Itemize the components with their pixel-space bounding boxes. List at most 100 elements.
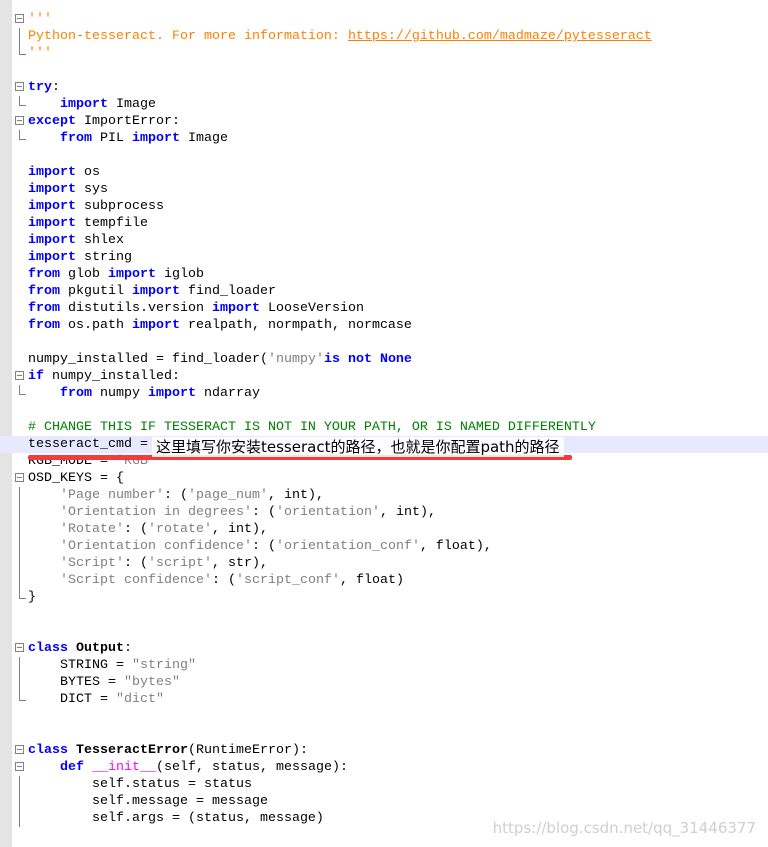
code-editor[interactable]: ''' Python-tesseract. For more informatio… bbox=[0, 11, 768, 827]
code-token: if bbox=[28, 369, 44, 384]
code-line[interactable] bbox=[0, 725, 768, 742]
code-line[interactable] bbox=[0, 606, 768, 623]
code-token: : ( bbox=[124, 522, 148, 537]
code-line[interactable]: 'Orientation in degrees': ('orientation'… bbox=[0, 504, 768, 521]
code-line[interactable]: import string bbox=[0, 249, 768, 266]
code-line[interactable]: from distutils.version import LooseVersi… bbox=[0, 300, 768, 317]
code-token: numpy_installed: bbox=[44, 369, 180, 384]
code-line[interactable]: import tempfile bbox=[0, 215, 768, 232]
code-line[interactable]: BYTES = "bytes" bbox=[0, 674, 768, 691]
code-token: import bbox=[28, 165, 76, 180]
code-token: except bbox=[28, 114, 76, 129]
code-line[interactable]: OSD_KEYS = { bbox=[0, 470, 768, 487]
code-token: TesseractError bbox=[76, 743, 188, 758]
fold-line-icon bbox=[19, 776, 20, 793]
code-token: , str), bbox=[212, 556, 268, 571]
code-line[interactable]: import Image bbox=[0, 96, 768, 113]
code-line[interactable] bbox=[0, 334, 768, 351]
code-token: os bbox=[76, 165, 100, 180]
fold-line-icon bbox=[19, 657, 20, 674]
code-line[interactable]: ''' bbox=[0, 11, 768, 28]
code-line[interactable]: def __init__(self, status, message): bbox=[0, 759, 768, 776]
code-token: self.message = message bbox=[28, 794, 268, 809]
code-token: string bbox=[76, 250, 132, 265]
code-line[interactable]: self.message = message bbox=[0, 793, 768, 810]
code-line[interactable]: self.status = status bbox=[0, 776, 768, 793]
code-line[interactable] bbox=[0, 623, 768, 640]
code-token: pkgutil bbox=[60, 284, 132, 299]
code-line[interactable]: from pkgutil import find_loader bbox=[0, 283, 768, 300]
fold-line-icon bbox=[19, 538, 20, 555]
code-token: ''' bbox=[28, 46, 52, 61]
code-line[interactable] bbox=[0, 147, 768, 164]
code-line[interactable]: STRING = "string" bbox=[0, 657, 768, 674]
fold-toggle-icon[interactable] bbox=[15, 14, 24, 23]
code-line[interactable]: 'Rotate': ('rotate', int), bbox=[0, 521, 768, 538]
fold-toggle-icon[interactable] bbox=[15, 643, 24, 652]
fold-toggle-icon[interactable] bbox=[15, 762, 24, 771]
code-line[interactable]: } bbox=[0, 589, 768, 606]
fold-line-icon bbox=[19, 504, 20, 521]
code-line[interactable]: import os bbox=[0, 164, 768, 181]
code-line[interactable]: import sys bbox=[0, 181, 768, 198]
fold-line-icon bbox=[19, 674, 20, 691]
code-line[interactable]: import subprocess bbox=[0, 198, 768, 215]
code-line[interactable]: 'Script': ('script', str), bbox=[0, 555, 768, 572]
code-line[interactable]: 'Script confidence': ('script_conf', flo… bbox=[0, 572, 768, 589]
code-line[interactable]: numpy_installed = find_loader('numpy'is … bbox=[0, 351, 768, 368]
fold-line-icon bbox=[19, 572, 20, 589]
code-token: ''' bbox=[28, 12, 52, 27]
code-token: 'page_num' bbox=[187, 488, 268, 503]
code-token: sys bbox=[76, 182, 108, 197]
fold-line-icon bbox=[19, 691, 26, 701]
code-token: 'Orientation confidence' bbox=[60, 539, 252, 554]
code-line[interactable] bbox=[0, 402, 768, 419]
code-line[interactable] bbox=[0, 708, 768, 725]
code-line[interactable]: if numpy_installed: bbox=[0, 368, 768, 385]
code-token: def bbox=[60, 760, 84, 775]
code-line[interactable]: from glob import iglob bbox=[0, 266, 768, 283]
code-line[interactable]: import shlex bbox=[0, 232, 768, 249]
code-line[interactable]: from os.path import realpath, normpath, … bbox=[0, 317, 768, 334]
fold-toggle-icon[interactable] bbox=[15, 473, 24, 482]
code-line[interactable]: Python-tesseract. For more information: … bbox=[0, 28, 768, 45]
code-token: : ( bbox=[211, 573, 236, 588]
code-line[interactable]: 'Orientation confidence': ('orientation_… bbox=[0, 538, 768, 555]
code-token: 'rotate' bbox=[148, 522, 212, 537]
code-token: import bbox=[148, 386, 196, 401]
code-token: 'numpy' bbox=[267, 352, 324, 367]
code-token: self.status = status bbox=[28, 777, 252, 792]
code-token: import bbox=[28, 250, 76, 265]
code-token: import bbox=[28, 233, 76, 248]
code-line[interactable] bbox=[0, 62, 768, 79]
link[interactable]: https://github.com/madmaze/pytesseract bbox=[348, 29, 652, 44]
fold-toggle-icon[interactable] bbox=[15, 371, 24, 380]
code-token: , float) bbox=[339, 573, 404, 588]
code-line[interactable]: ''' bbox=[0, 45, 768, 62]
code-token: Image bbox=[108, 97, 156, 112]
fold-toggle-icon[interactable] bbox=[15, 745, 24, 754]
fold-toggle-icon[interactable] bbox=[15, 82, 24, 91]
fold-toggle-icon[interactable] bbox=[15, 116, 24, 125]
code-line[interactable]: class Output: bbox=[0, 640, 768, 657]
code-line[interactable]: # CHANGE THIS IF TESSERACT IS NOT IN YOU… bbox=[0, 419, 768, 436]
code-line[interactable]: DICT = "dict" bbox=[0, 691, 768, 708]
code-line[interactable]: from PIL import Image bbox=[0, 130, 768, 147]
code-line[interactable]: class TesseractError(RuntimeError): bbox=[0, 742, 768, 759]
fold-line-icon bbox=[19, 385, 26, 395]
code-token: LooseVersion bbox=[259, 301, 364, 316]
code-token: realpath, normpath, normcase bbox=[179, 318, 412, 333]
code-line[interactable]: except ImportError: bbox=[0, 113, 768, 130]
code-line[interactable]: 'Page number': ('page_num', int), bbox=[0, 487, 768, 504]
code-token: import bbox=[28, 199, 76, 214]
code-token: os.path bbox=[60, 318, 132, 333]
code-token: "dict" bbox=[115, 692, 164, 707]
code-token: import bbox=[131, 284, 180, 299]
code-line[interactable]: try: bbox=[0, 79, 768, 96]
code-token: tesseract_cmd = bbox=[28, 437, 156, 452]
code-line[interactable]: from numpy import ndarray bbox=[0, 385, 768, 402]
